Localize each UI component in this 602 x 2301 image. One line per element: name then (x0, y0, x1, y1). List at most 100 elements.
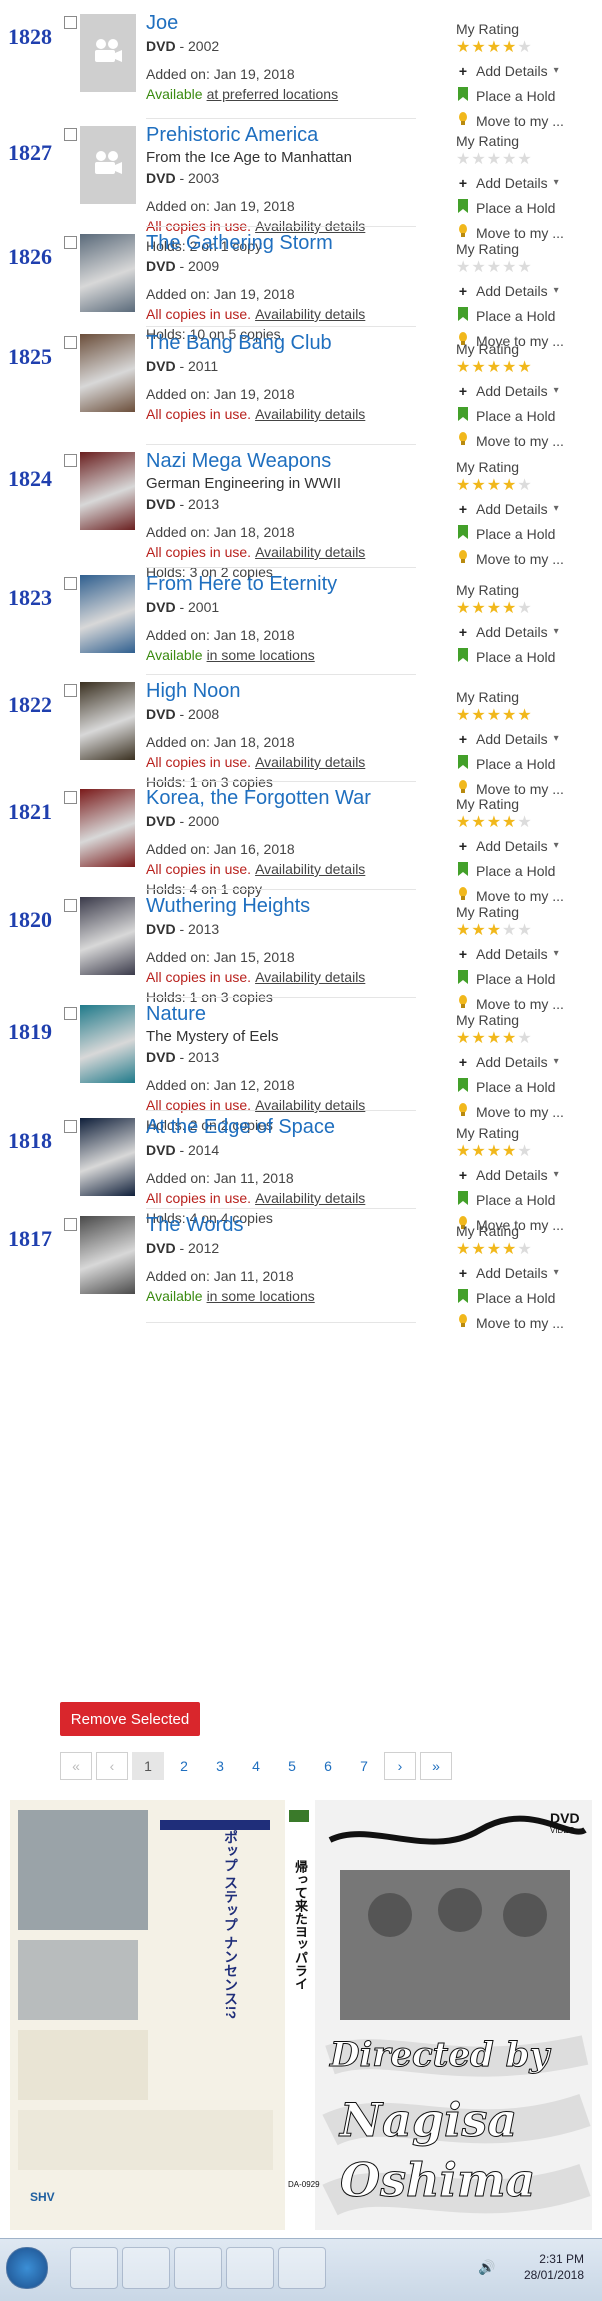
select-checkbox[interactable] (64, 128, 77, 141)
cover-thumbnail[interactable] (80, 1118, 135, 1196)
next-page-button[interactable]: › (384, 1752, 416, 1780)
cover-thumbnail[interactable] (80, 575, 135, 653)
star-rating[interactable]: ★ ★ ★ ★ ★ (456, 708, 596, 724)
star-icon[interactable]: ★ (471, 708, 485, 724)
select-checkbox[interactable] (64, 1120, 77, 1133)
star-icon[interactable]: ★ (502, 1144, 516, 1160)
star-icon[interactable]: ★ (471, 360, 485, 376)
star-icon[interactable]: ★ (456, 1242, 470, 1258)
item-title-link[interactable]: The Gathering Storm (146, 230, 416, 256)
star-icon[interactable]: ★ (502, 360, 516, 376)
star-icon[interactable]: ★ (456, 601, 470, 617)
page-1[interactable]: 1 (132, 1752, 164, 1780)
star-rating[interactable]: ★ ★ ★ ★ ★ (456, 1242, 596, 1258)
star-icon[interactable]: ★ (502, 815, 516, 831)
star-rating[interactable]: ★ ★ ★ ★ ★ (456, 152, 596, 168)
select-checkbox[interactable] (64, 791, 77, 804)
star-icon[interactable]: ★ (517, 260, 531, 276)
star-icon[interactable]: ★ (471, 923, 485, 939)
star-rating[interactable]: ★ ★ ★ ★ ★ (456, 360, 596, 376)
star-icon[interactable]: ★ (517, 708, 531, 724)
item-title-link[interactable]: Wuthering Heights (146, 893, 416, 919)
star-icon[interactable]: ★ (487, 923, 501, 939)
cover-thumbnail[interactable] (80, 682, 135, 760)
volume-icon[interactable]: 🔊 (478, 2259, 495, 2276)
star-icon[interactable]: ★ (471, 478, 485, 494)
add-details-button[interactable]: + Add Details ▾ (456, 281, 596, 301)
star-icon[interactable]: ★ (471, 1144, 485, 1160)
availability-link[interactable]: in some locations (207, 1288, 315, 1304)
select-checkbox[interactable] (64, 1218, 77, 1231)
star-icon[interactable]: ★ (502, 478, 516, 494)
select-checkbox[interactable] (64, 16, 77, 29)
place-hold-button[interactable]: Place a Hold (456, 647, 596, 667)
star-icon[interactable]: ★ (517, 923, 531, 939)
star-rating[interactable]: ★ ★ ★ ★ ★ (456, 40, 596, 56)
item-title-link[interactable]: From Here to Eternity (146, 571, 416, 597)
availability-link[interactable]: in some locations (207, 647, 315, 663)
ie-taskbar-icon[interactable] (174, 2247, 222, 2289)
availability-link[interactable]: at preferred locations (207, 86, 339, 102)
star-rating[interactable]: ★ ★ ★ ★ ★ (456, 260, 596, 276)
star-icon[interactable]: ★ (456, 152, 470, 168)
window-taskbar-icon[interactable] (226, 2247, 274, 2289)
place-hold-button[interactable]: Place a Hold (456, 1288, 596, 1308)
item-title-link[interactable]: High Noon (146, 678, 416, 704)
star-icon[interactable]: ★ (517, 152, 531, 168)
availability-link[interactable]: Availability details (255, 861, 365, 877)
star-icon[interactable]: ★ (517, 40, 531, 56)
media-taskbar-icon[interactable] (122, 2247, 170, 2289)
no-cover-placeholder[interactable] (80, 126, 136, 204)
star-icon[interactable]: ★ (471, 601, 485, 617)
star-icon[interactable]: ★ (517, 815, 531, 831)
cover-thumbnail[interactable] (80, 789, 135, 867)
star-icon[interactable]: ★ (487, 815, 501, 831)
select-checkbox[interactable] (64, 236, 77, 249)
star-icon[interactable]: ★ (502, 260, 516, 276)
star-icon[interactable]: ★ (456, 478, 470, 494)
cover-thumbnail[interactable] (80, 1005, 135, 1083)
star-icon[interactable]: ★ (502, 923, 516, 939)
select-checkbox[interactable] (64, 684, 77, 697)
last-page-button[interactable]: » (420, 1752, 452, 1780)
star-icon[interactable]: ★ (471, 152, 485, 168)
star-icon[interactable]: ★ (471, 40, 485, 56)
page-6[interactable]: 6 (312, 1752, 344, 1780)
star-icon[interactable]: ★ (456, 815, 470, 831)
item-title-link[interactable]: Joe (146, 10, 416, 36)
page-2[interactable]: 2 (168, 1752, 200, 1780)
star-icon[interactable]: ★ (487, 260, 501, 276)
page-4[interactable]: 4 (240, 1752, 272, 1780)
place-hold-button[interactable]: Place a Hold (456, 969, 596, 989)
availability-link[interactable]: Availability details (255, 544, 365, 560)
cover-thumbnail[interactable] (80, 234, 135, 312)
star-icon[interactable]: ★ (456, 1031, 470, 1047)
star-icon[interactable]: ★ (517, 360, 531, 376)
availability-link[interactable]: Availability details (255, 754, 365, 770)
item-title-link[interactable]: At the Edge of Space (146, 1114, 416, 1140)
place-hold-button[interactable]: Place a Hold (456, 1190, 596, 1210)
place-hold-button[interactable]: Place a Hold (456, 86, 596, 106)
explorer-taskbar-icon[interactable] (70, 2247, 118, 2289)
availability-link[interactable]: Availability details (255, 969, 365, 985)
star-icon[interactable]: ★ (517, 601, 531, 617)
place-hold-button[interactable]: Place a Hold (456, 754, 596, 774)
item-title-link[interactable]: Korea, the Forgotten War (146, 785, 416, 811)
star-icon[interactable]: ★ (456, 708, 470, 724)
star-rating[interactable]: ★ ★ ★ ★ ★ (456, 1144, 596, 1160)
first-page-button[interactable]: « (60, 1752, 92, 1780)
select-checkbox[interactable] (64, 899, 77, 912)
star-rating[interactable]: ★ ★ ★ ★ ★ (456, 815, 596, 831)
star-icon[interactable]: ★ (487, 360, 501, 376)
move-to-list-button[interactable]: Move to my ... (456, 1313, 596, 1333)
star-icon[interactable]: ★ (517, 1031, 531, 1047)
star-icon[interactable]: ★ (502, 1242, 516, 1258)
availability-link[interactable]: Availability details (255, 306, 365, 322)
star-icon[interactable]: ★ (502, 40, 516, 56)
no-cover-placeholder[interactable] (80, 14, 136, 92)
item-title-link[interactable]: Prehistoric America (146, 122, 416, 148)
add-details-button[interactable]: + Add Details ▾ (456, 1165, 596, 1185)
select-checkbox[interactable] (64, 1007, 77, 1020)
add-details-button[interactable]: + Add Details ▾ (456, 836, 596, 856)
remove-selected-button[interactable]: Remove Selected (60, 1702, 200, 1736)
